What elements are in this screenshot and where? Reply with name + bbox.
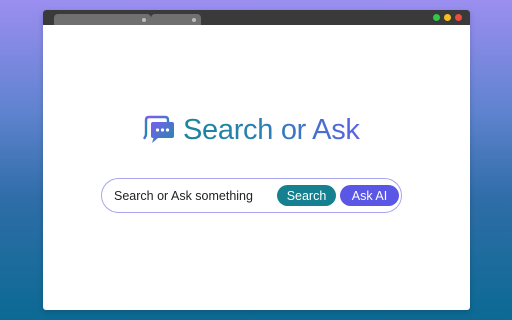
browser-tab-1[interactable] (54, 14, 151, 25)
ask-ai-button[interactable]: Ask AI (340, 185, 399, 206)
maximize-button[interactable] (433, 14, 440, 21)
minimize-button[interactable] (444, 14, 451, 21)
brand-name: Search or Ask (183, 114, 360, 146)
tab-close-icon[interactable] (142, 18, 146, 22)
search-button[interactable]: Search (277, 185, 336, 206)
browser-window: Search or Ask Search Ask AI (43, 10, 470, 310)
search-input[interactable] (114, 187, 274, 205)
tab-close-icon[interactable] (192, 18, 196, 22)
browser-tab-2[interactable] (151, 14, 201, 25)
chat-bubbles-icon (143, 115, 174, 143)
title-bar (43, 10, 470, 25)
search-bar: Search Ask AI (101, 178, 402, 213)
window-controls (433, 14, 462, 21)
brand-logo: Search or Ask (143, 113, 360, 147)
close-button[interactable] (455, 14, 462, 21)
